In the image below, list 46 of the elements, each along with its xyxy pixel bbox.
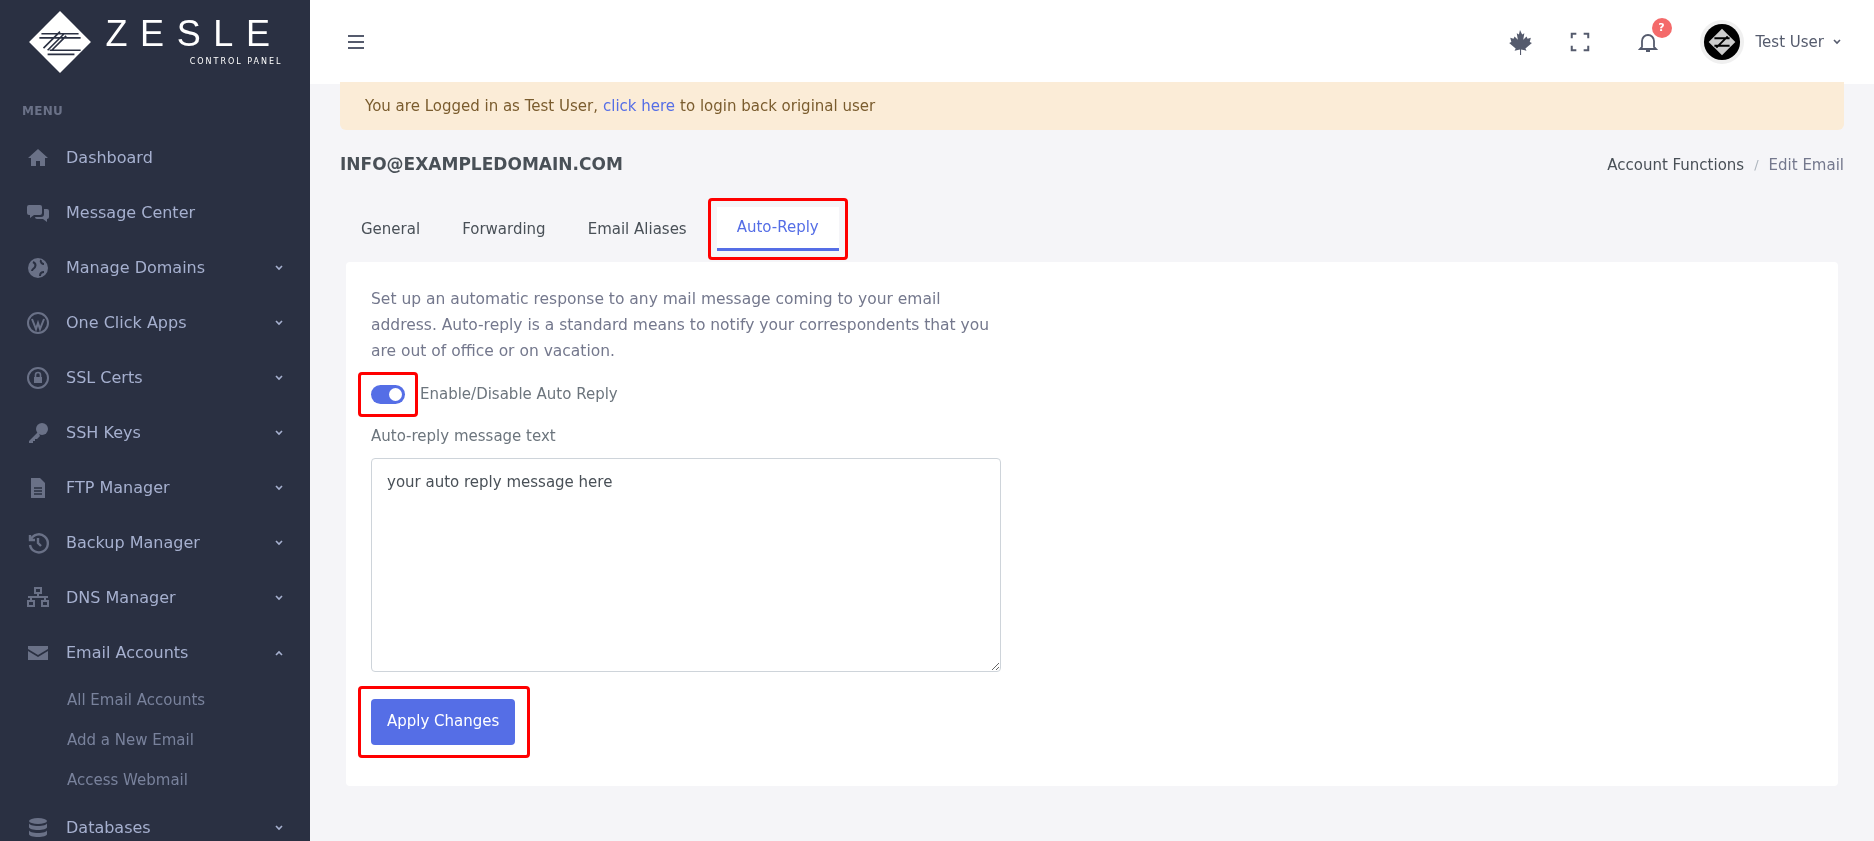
sidebar-item[interactable]: Backup Manager [66,530,200,555]
notification-badge: ? [1651,18,1672,38]
tab[interactable]: General [349,207,433,251]
user-name[interactable]: Test User [1755,30,1824,54]
submenu-item[interactable]: All Email Accounts [67,688,206,712]
banner-text: to login back original user [680,95,876,117]
breadcrumb-link[interactable]: Account Functions [1607,153,1745,177]
breadcrumb-separator: / [1754,156,1759,175]
sidebar-item[interactable]: Email Accounts [66,640,189,665]
database-icon [26,815,50,840]
padlock-icon [26,365,50,390]
avatar-logo-icon [1699,20,1744,64]
toggle-label: Enable/Disable Auto Reply [420,384,618,406]
sidebar-item[interactable]: Message Center [66,200,196,225]
page-title: INFO@EXAMPLEDOMAIN.COM [340,153,623,177]
submenu-item[interactable]: Access Webmail [67,768,188,792]
sidebar-item[interactable]: SSL Certs [66,365,143,390]
key-icon [26,420,50,445]
sidebar-item[interactable]: One Click Apps [66,310,187,335]
logo-wordmark: ZESLE [105,16,283,52]
sidebar-item[interactable]: SSH Keys [66,420,141,445]
message-textarea[interactable]: your auto reply message here [371,457,1001,672]
submenu-item[interactable]: Add a New Email [67,728,194,752]
breadcrumb-current: Edit Email [1768,154,1844,176]
chevron-down-icon [1832,37,1842,47]
banner-text: You are Logged in as Test User, [365,95,598,117]
menu-icon [346,32,366,52]
apply-changes-button[interactable]: Apply Changes [371,698,516,745]
globe-icon [26,255,50,280]
sidebar-item[interactable]: Dashboard [66,145,153,170]
toggle-switch[interactable] [371,385,405,404]
tab[interactable]: Forwarding [450,207,558,251]
tab[interactable]: Auto-Reply [716,207,839,251]
sidebar-item[interactable]: DNS Manager [66,585,176,610]
description-text: Set up an automatic response to any mail message coming to your email address. Auto-reply is a standard means to notify your correspondents that you are out of office or on vacation. [371,289,991,362]
login-link[interactable]: click here [602,94,676,118]
network-icon [26,585,50,610]
field-label: Auto-reply message text [371,426,556,447]
history-icon [26,530,50,555]
sidebar-item[interactable]: FTP Manager [66,475,170,500]
logo-tagline: CONTROL PANEL [189,56,283,68]
menu-heading: MENU [21,103,65,120]
sidebar-item[interactable]: Databases [66,815,151,840]
tab[interactable]: Email Aliases [575,207,699,251]
sidebar-item[interactable]: Manage Domains [66,255,206,280]
wordpress-icon [26,310,50,335]
